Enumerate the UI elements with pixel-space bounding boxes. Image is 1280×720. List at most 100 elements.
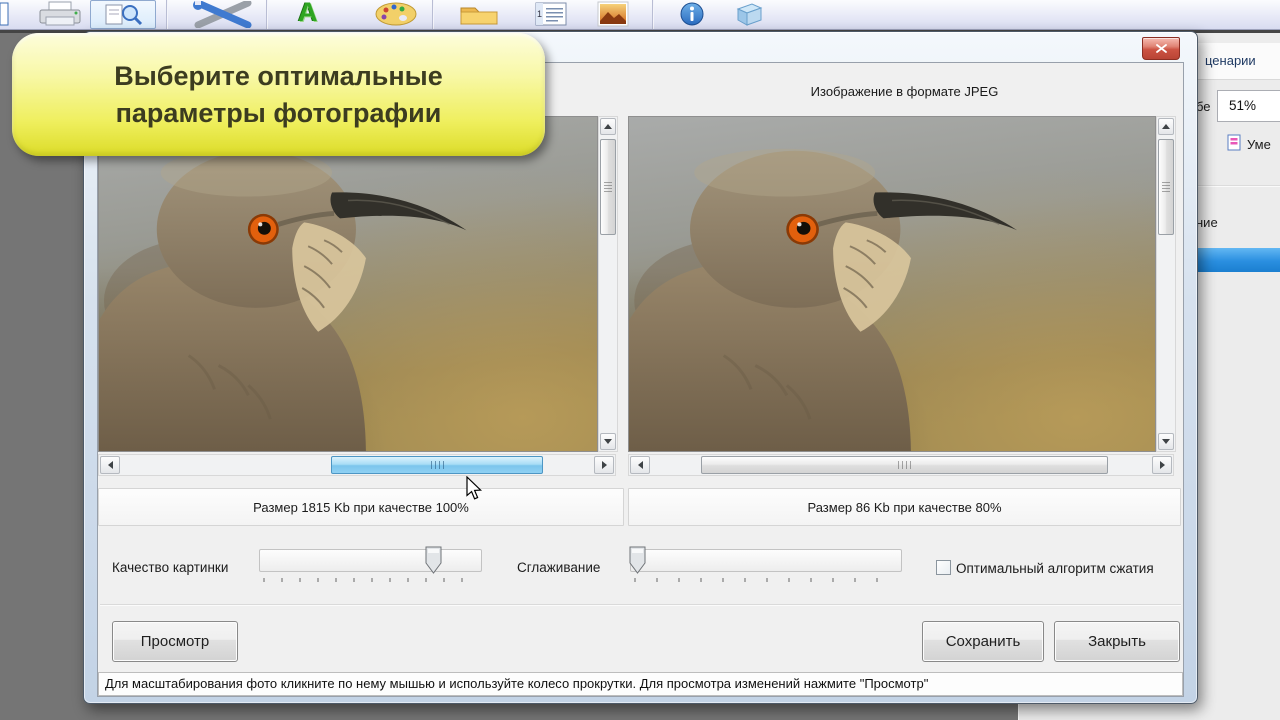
bird-photo (99, 117, 597, 451)
image-icon (597, 1, 629, 27)
scenarios-header-label: ценарии (1205, 53, 1256, 68)
toolbar-tools-button[interactable] (186, 0, 260, 33)
toolbar-image-button[interactable] (592, 1, 634, 32)
jpeg-panel-title: Изображение в формате JPEG (810, 84, 999, 99)
up-arrow-icon (604, 124, 612, 129)
toolbar-calendar-button[interactable]: 1 (532, 1, 570, 32)
tools-icon (193, 0, 252, 29)
calendar-icon: 1 (535, 2, 567, 26)
quality-slider-thumb[interactable] (425, 546, 442, 575)
document-icon (0, 2, 9, 26)
word-fragment: ние (1196, 215, 1218, 230)
preview-button-label: Просмотр (140, 633, 210, 650)
help-balloon: Выберите оптимальные параметры фотографи… (12, 33, 545, 156)
original-image[interactable] (98, 116, 598, 452)
svg-text:1: 1 (537, 9, 542, 19)
scroll-down-button[interactable] (600, 433, 616, 450)
smoothing-slider[interactable] (629, 546, 902, 575)
smoothing-slider-ticks (634, 578, 898, 582)
scroll-left-button[interactable] (100, 456, 120, 474)
save-button-label: Сохранить (945, 633, 1021, 650)
divider (100, 604, 1181, 606)
original-vertical-scrollbar[interactable] (598, 116, 618, 452)
quality-slider-ticks (263, 578, 475, 582)
toolbar-separator (266, 0, 267, 29)
font-icon: A (298, 0, 318, 27)
smoothing-slider-thumb[interactable] (629, 546, 646, 575)
save-button[interactable]: Сохранить (922, 621, 1044, 662)
toolbar-folder-button[interactable] (456, 1, 502, 32)
toolbar-palette-button[interactable] (372, 1, 420, 33)
scroll-up-button[interactable] (600, 118, 616, 135)
scroll-right-button[interactable] (594, 456, 614, 474)
scroll-left-button[interactable] (630, 456, 650, 474)
folder-icon (460, 7, 498, 25)
dialog-client-area: Изображение в формате JPEG Размер 1815 K… (97, 62, 1184, 697)
scale-label-fragment: бе (1196, 99, 1211, 114)
preview-icon (105, 4, 143, 25)
toolbar-exit-button[interactable] (732, 1, 768, 32)
left-arrow-icon (637, 461, 643, 469)
right-arrow-icon (1159, 461, 1165, 469)
toolbar-document-button[interactable] (0, 1, 9, 32)
zoom-percent-value: 51% (1229, 98, 1257, 113)
grip-icon (898, 461, 911, 469)
original-horizontal-scrollbar[interactable] (98, 454, 616, 476)
close-button[interactable]: Закрыть (1054, 621, 1180, 662)
vertical-scroll-thumb[interactable] (600, 139, 616, 235)
info-icon (680, 2, 704, 26)
status-text: Для масштабирования фото кликните по нем… (105, 676, 929, 691)
close-icon (1155, 44, 1167, 53)
quality-slider[interactable] (259, 546, 482, 575)
toolbar-separator (166, 0, 167, 29)
original-size-box: Размер 1815 Kb при качестве 100% (98, 488, 624, 526)
balloon-line-1: Выберите оптимальные (114, 60, 443, 91)
exit-icon (736, 3, 763, 26)
compressed-vertical-scrollbar[interactable] (1156, 116, 1176, 452)
scroll-up-button[interactable] (1158, 118, 1174, 135)
left-arrow-icon (107, 461, 113, 469)
main-toolbar: A 1 (0, 0, 1280, 30)
bird-photo (629, 117, 1155, 451)
down-arrow-icon (1162, 439, 1170, 444)
optimal-compression-label: Оптимальный алгоритм сжатия (956, 561, 1154, 576)
toolbar-separator (432, 0, 433, 29)
toolbar-preview-button[interactable] (90, 0, 156, 29)
close-button-label: Закрыть (1088, 633, 1146, 650)
reduce-item[interactable] (1227, 134, 1242, 156)
status-bar: Для масштабирования фото кликните по нем… (98, 672, 1183, 696)
print-icon (39, 1, 81, 26)
up-arrow-icon (1162, 124, 1170, 129)
preview-button[interactable]: Просмотр (112, 621, 238, 662)
palette-icon (375, 2, 417, 26)
toolbar-print-button[interactable] (36, 1, 84, 33)
horizontal-scroll-thumb[interactable] (701, 456, 1108, 474)
toolbar-separator (652, 0, 653, 29)
reduce-label-fragment: Уме (1247, 137, 1271, 152)
scroll-down-button[interactable] (1158, 433, 1174, 450)
grip-icon (1162, 182, 1170, 192)
right-arrow-icon (601, 461, 607, 469)
down-arrow-icon (604, 439, 612, 444)
compressed-size-box: Размер 86 Kb при качестве 80% (628, 488, 1181, 526)
scroll-right-button[interactable] (1152, 456, 1172, 474)
dialog-close-button[interactable] (1142, 37, 1180, 60)
toolbar-font-button[interactable]: A (298, 0, 318, 28)
quality-slider-label: Качество картинки (112, 560, 229, 575)
mouse-cursor (466, 476, 483, 500)
selected-scenario-item[interactable] (1187, 248, 1280, 272)
smoothing-slider-label: Сглаживание (517, 560, 601, 575)
horizontal-scroll-thumb[interactable] (331, 456, 543, 474)
compressed-image[interactable] (628, 116, 1156, 452)
grip-icon (430, 461, 444, 469)
reduce-icon (1227, 134, 1241, 151)
compressed-horizontal-scrollbar[interactable] (628, 454, 1174, 476)
optimal-compression-checkbox[interactable] (936, 560, 951, 575)
grip-icon (604, 182, 612, 192)
toolbar-info-button[interactable] (678, 1, 706, 33)
balloon-line-2: параметры фотографии (115, 97, 442, 128)
zoom-percent-input[interactable]: 51% (1217, 90, 1280, 122)
divider (1197, 185, 1280, 187)
vertical-scroll-thumb[interactable] (1158, 139, 1174, 235)
compressed-size-label: Размер 86 Kb при качестве 80% (807, 499, 1002, 515)
